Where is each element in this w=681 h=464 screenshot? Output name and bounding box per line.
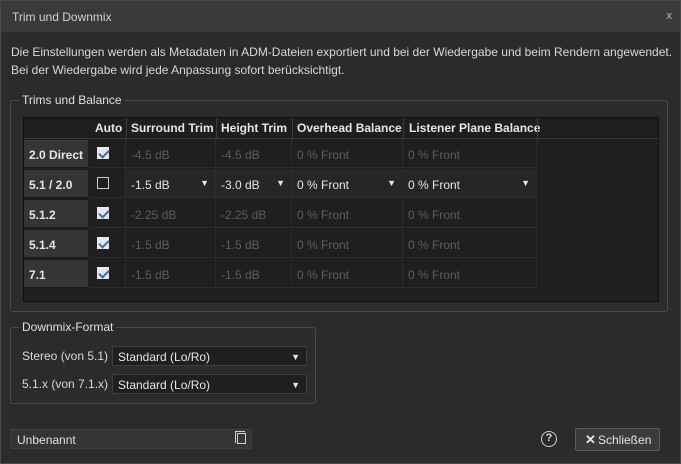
listener-cell: 0 % Front [403,139,537,168]
listener-value: 0 % Front [408,238,461,252]
auto-checkbox[interactable] [97,267,109,279]
surround-cell: -4.5 dB [126,139,216,168]
header-auto: Auto [95,121,123,135]
surround-value: -2.25 dB [131,208,177,222]
chevron-down-icon: ▼ [276,178,285,188]
surround-cell: -2.25 dB [126,199,216,228]
help-icon[interactable]: ? [541,431,557,447]
auto-checkbox[interactable] [97,207,109,219]
overhead-value: 0 % Front [297,178,350,192]
preset-name-value: Unbenannt [17,433,76,447]
surround-value: -1.5 dB [131,178,170,192]
auto-cell [90,139,126,168]
window-title: Trim und Downmix [12,10,112,24]
height-cell: -2.25 dB [216,199,292,228]
overhead-value: 0 % Front [297,148,350,162]
auto-checkbox[interactable] [97,177,109,189]
overhead-value: 0 % Front [297,238,350,252]
stereo-downmix-select[interactable]: Standard (Lo/Ro) ▼ [112,346,307,366]
document-icon[interactable] [235,431,246,444]
chevron-down-icon: ▼ [291,352,300,362]
auto-cell [90,169,126,198]
height-cell: -4.5 dB [216,139,292,168]
auto-checkbox[interactable] [97,237,109,249]
auto-cell [90,229,126,258]
surround-cell: -1.5 dB [126,229,216,258]
surround-downmix-value: Standard (Lo/Ro) [118,378,211,392]
surround-value: -1.5 dB [131,268,170,282]
overhead-cell[interactable]: 0 % Front ▼ [292,169,403,198]
trims-balance-group: Trims und Balance Auto Surround Trim Hei… [10,93,668,312]
row-label: 5.1 / 2.0 [24,169,88,198]
height-value: -1.5 dB [221,268,260,282]
surround-value: -4.5 dB [131,148,170,162]
listener-value: 0 % Front [408,208,461,222]
table-header: Auto Surround Trim Height Trim Overhead … [24,118,658,139]
row-label: 5.1.4 [24,229,88,258]
row-label: 7.1 [24,259,88,288]
surround-downmix-select[interactable]: Standard (Lo/Ro) ▼ [112,374,307,394]
header-overhead-balance: Overhead Balance [297,121,402,135]
listener-cell: 0 % Front [403,199,537,228]
height-cell: -1.5 dB [216,259,292,288]
row-label: 5.1.2 [24,199,88,228]
chevron-down-icon: ▼ [521,178,530,188]
overhead-cell: 0 % Front [292,199,403,228]
close-icon[interactable]: x [667,10,673,22]
overhead-cell: 0 % Front [292,259,403,288]
auto-cell [90,199,126,228]
close-x-icon: ✕ [585,432,596,447]
height-value: -4.5 dB [221,148,260,162]
trims-legend: Trims und Balance [19,93,125,107]
overhead-value: 0 % Front [297,268,350,282]
overhead-cell: 0 % Front [292,139,403,168]
height-value: -2.25 dB [221,208,267,222]
trims-table: Auto Surround Trim Height Trim Overhead … [23,117,659,302]
row-label: 2.0 Direct [24,139,88,168]
listener-cell: 0 % Front [403,259,537,288]
chevron-down-icon: ▼ [387,178,396,188]
height-cell[interactable]: -3.0 dB ▼ [216,169,292,198]
stereo-downmix-value: Standard (Lo/Ro) [118,350,211,364]
overhead-cell: 0 % Front [292,229,403,258]
title-bar: Trim und Downmix x [1,1,680,32]
header-height-trim: Height Trim [221,121,288,135]
surround-label: 5.1.x (von 7.1.x) [22,377,109,391]
preset-name-field[interactable]: Unbenannt [10,429,252,449]
listener-cell: 0 % Front [403,229,537,258]
surround-value: -1.5 dB [131,238,170,252]
header-listener-balance: Listener Plane Balance [409,121,541,135]
height-cell: -1.5 dB [216,229,292,258]
chevron-down-icon: ▼ [291,380,300,390]
dialog-window: Trim und Downmix x Die Einstellungen wer… [0,0,681,464]
close-button-label: Schließen [598,433,652,447]
downmix-format-group: Downmix-Format Stereo (von 5.1) Standard… [10,320,316,404]
listener-value: 0 % Front [408,178,461,192]
listener-value: 0 % Front [408,268,461,282]
stereo-label: Stereo (von 5.1) [22,349,109,363]
overhead-value: 0 % Front [297,208,350,222]
auto-checkbox[interactable] [97,147,109,159]
listener-value: 0 % Front [408,148,461,162]
auto-cell [90,259,126,288]
description-text: Die Einstellungen werden als Metadaten i… [11,45,673,77]
listener-cell[interactable]: 0 % Front ▼ [403,169,537,198]
height-value: -1.5 dB [221,238,260,252]
header-surround-trim: Surround Trim [131,121,214,135]
height-value: -3.0 dB [221,178,260,192]
close-button[interactable]: ✕ Schließen [575,428,660,451]
surround-cell: -1.5 dB [126,259,216,288]
surround-cell[interactable]: -1.5 dB ▼ [126,169,216,198]
chevron-down-icon: ▼ [200,178,209,188]
downmix-legend: Downmix-Format [19,320,117,334]
